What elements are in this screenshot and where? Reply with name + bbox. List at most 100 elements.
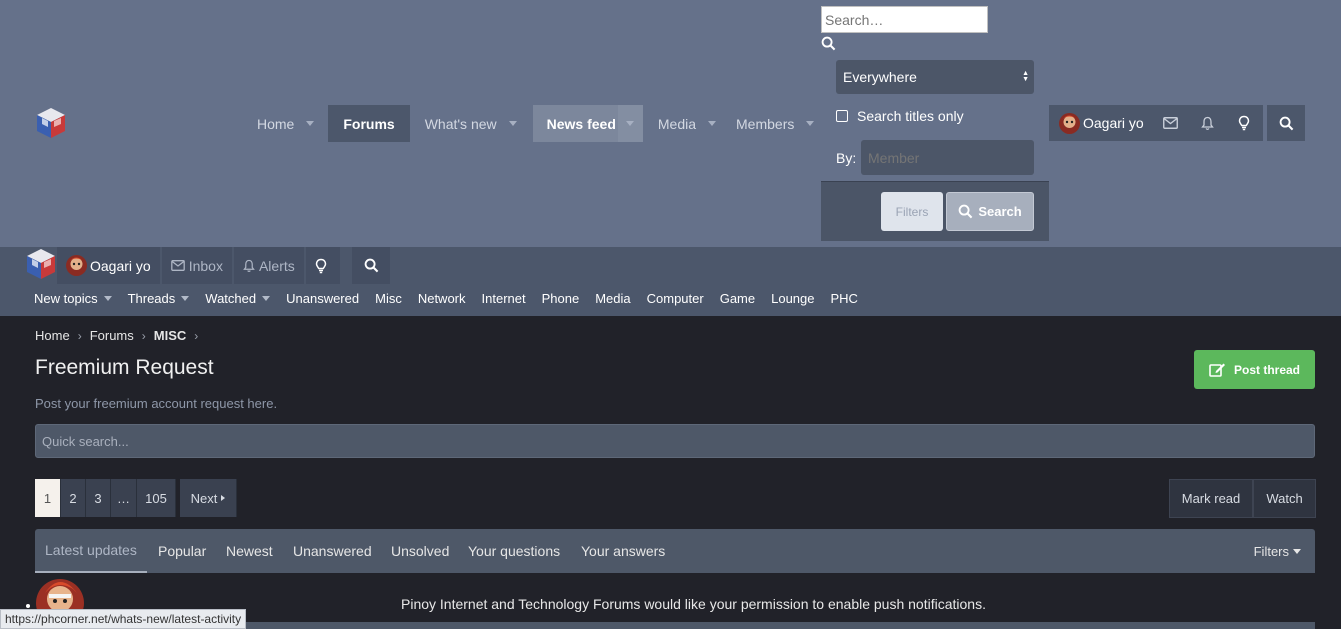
nav-news-feed[interactable]: News feed [532, 105, 643, 142]
page-link[interactable]: 2 [61, 479, 86, 517]
breadcrumb-home[interactable]: Home › [35, 328, 90, 343]
next-page-button[interactable]: Next [180, 479, 237, 517]
nav-home[interactable]: Home [245, 105, 322, 142]
site-logo[interactable] [34, 106, 68, 140]
inbox-button[interactable] [1152, 105, 1189, 141]
search-icon[interactable] [821, 36, 837, 52]
subnav-label: PHC [830, 291, 858, 306]
breadcrumb-misc[interactable]: MISC › [154, 328, 207, 343]
subnav-phone[interactable]: Phone [534, 291, 588, 306]
bell-icon [243, 259, 255, 272]
watch-button[interactable]: Watch [1253, 479, 1316, 518]
secondary-user-link[interactable]: Oagari yo [57, 247, 160, 284]
subnav-label: New topics [34, 291, 98, 306]
subnav-internet[interactable]: Internet [474, 291, 534, 306]
nav-media-label: Media [657, 115, 697, 132]
member-field[interactable] [861, 140, 1034, 175]
avatar [1059, 112, 1080, 134]
subnav-new-topics[interactable]: New topics [26, 291, 120, 306]
search-titles-only[interactable]: Search titles only [836, 108, 964, 124]
page-link[interactable]: 3 [86, 479, 111, 517]
page-link-current[interactable]: 1 [35, 479, 61, 517]
chevron-down-icon [1293, 548, 1301, 554]
chevron-down-icon[interactable] [508, 121, 517, 126]
subnav-label: Network [417, 291, 466, 306]
cube-logo-icon [37, 108, 65, 138]
subnav-label: Watched [205, 291, 257, 306]
whats-new-link[interactable] [305, 247, 340, 284]
nav-home-label: Home [257, 115, 295, 132]
subnav-label: Game [719, 291, 756, 306]
subnav-network[interactable]: Network [410, 291, 474, 306]
filters-button-label: Filters [895, 204, 929, 219]
tab-latest-updates[interactable]: Latest updates [35, 529, 147, 573]
nav-media[interactable]: Media [646, 105, 724, 142]
pagination: 1 2 3 … 105 Next [35, 479, 237, 517]
search-menu-footer: Filters Search [821, 181, 1049, 241]
filters-button[interactable]: Filters [881, 192, 943, 231]
alerts-button[interactable] [1189, 105, 1226, 141]
alerts-link[interactable]: Alerts [233, 247, 304, 284]
subnav-label: Phone [541, 291, 580, 306]
subnav-label: Threads [127, 291, 176, 306]
search-icon [958, 204, 973, 219]
subnav-misc[interactable]: Misc [367, 291, 410, 306]
site-logo-small[interactable] [24, 247, 58, 281]
subnav-lounge[interactable]: Lounge [763, 291, 822, 306]
tab-newest[interactable]: Newest [226, 529, 273, 573]
tab-your-questions[interactable]: Your questions [468, 529, 560, 573]
by-label: By: [836, 150, 857, 166]
subnav-label: Misc [375, 291, 402, 306]
tab-unanswered[interactable]: Unanswered [293, 529, 372, 573]
search-scope-value: Everywhere [843, 69, 917, 85]
subnav-media[interactable]: Media [587, 291, 638, 306]
subnav-threads[interactable]: Threads [120, 291, 198, 306]
top-header: Home Forums What's new News feed Media M… [0, 0, 1341, 247]
whats-new-button[interactable] [1226, 105, 1263, 141]
page-link-last[interactable]: 105 [137, 479, 176, 517]
chevron-down-icon[interactable] [306, 121, 315, 126]
header-search-input[interactable] [821, 6, 988, 33]
search-scope-select[interactable]: Everywhere ▲ ▼ [836, 60, 1034, 94]
page-jump[interactable]: … [111, 479, 137, 517]
header-search-button[interactable] [1267, 105, 1305, 141]
subnav-watched[interactable]: Watched [197, 291, 278, 306]
envelope-icon [1162, 117, 1178, 129]
nav-members[interactable]: Members [724, 105, 822, 142]
subnav-unanswered[interactable]: Unanswered [278, 291, 367, 306]
breadcrumb-forums[interactable]: Forums › [90, 328, 154, 343]
quick-search-input[interactable]: Quick search... [35, 424, 1315, 458]
tab-popular[interactable]: Popular [158, 529, 206, 573]
edit-icon [1209, 363, 1225, 377]
bell-icon [1200, 116, 1214, 130]
inbox-link[interactable]: Inbox [161, 247, 232, 284]
main-nav: Home Forums What's new News feed Media M… [245, 105, 822, 142]
secondary-search-button[interactable] [352, 247, 390, 284]
chevron-down-icon[interactable] [806, 121, 815, 126]
subnav-label: Media [595, 291, 631, 306]
account-user-link[interactable]: Oagari yo [1049, 105, 1152, 141]
nav-whats-new[interactable]: What's new [413, 105, 525, 142]
nav-forums[interactable]: Forums [328, 105, 410, 142]
subnav-game[interactable]: Game [712, 291, 763, 306]
subnav-computer[interactable]: Computer [639, 291, 712, 306]
filters-dropdown[interactable]: Filters [1254, 529, 1301, 573]
subnav-label: Lounge [771, 291, 815, 306]
mark-read-button[interactable]: Mark read [1169, 479, 1253, 518]
tab-your-answers[interactable]: Your answers [581, 529, 665, 573]
search-submit-button[interactable]: Search [946, 192, 1034, 231]
account-username: Oagari yo [1083, 115, 1144, 131]
page-title: Freemium Request [35, 356, 214, 379]
nav-news-feed-caret[interactable] [617, 105, 643, 142]
tab-unsolved[interactable]: Unsolved [391, 529, 449, 573]
lightbulb-icon [1238, 115, 1250, 131]
quick-search-placeholder: Quick search... [42, 433, 129, 449]
titles-only-checkbox[interactable] [836, 110, 848, 122]
select-arrows-icon: ▲ ▼ [1022, 70, 1029, 83]
search-submit-label: Search [978, 204, 1022, 219]
breadcrumb-label: Home [35, 328, 70, 343]
chevron-down-icon[interactable] [708, 121, 717, 126]
subnav-phc[interactable]: PHC [823, 291, 866, 306]
post-thread-button[interactable]: Post thread [1194, 350, 1315, 389]
titles-only-label: Search titles only [857, 108, 964, 124]
